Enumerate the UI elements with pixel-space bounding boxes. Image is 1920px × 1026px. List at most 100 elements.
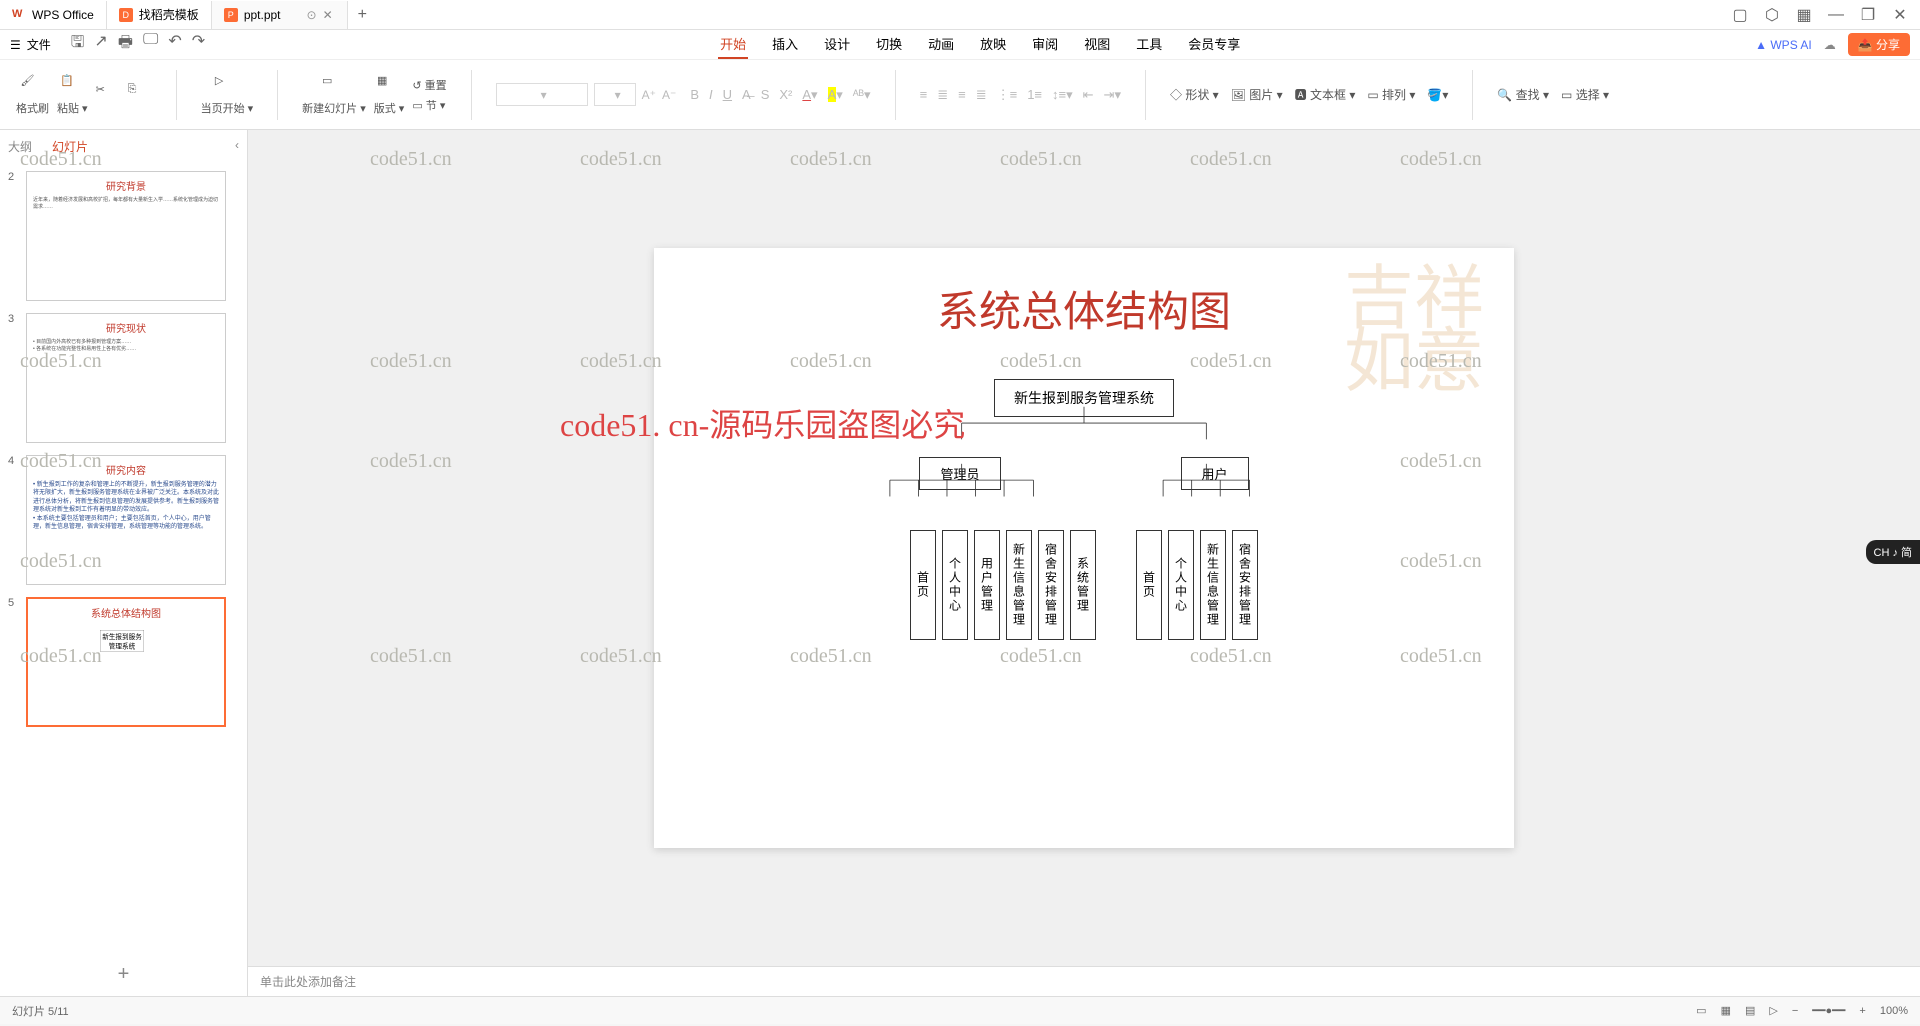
strikethrough-button[interactable]: A̶ xyxy=(742,87,751,102)
strike-button[interactable]: S xyxy=(761,87,770,102)
reset-button[interactable]: ↺ 重置 xyxy=(412,77,446,93)
tab-view[interactable]: 视图 xyxy=(1082,30,1112,59)
justify-icon[interactable]: ≣ xyxy=(976,87,987,103)
tab-ppt[interactable]: P ppt.ppt ⊙ ✕ xyxy=(212,1,348,29)
redo-icon[interactable]: ↷ xyxy=(192,31,205,58)
share-button[interactable]: 📤 分享 xyxy=(1848,33,1910,56)
zoom-out-icon[interactable]: − xyxy=(1792,1005,1798,1017)
tab-design[interactable]: 设计 xyxy=(822,30,852,59)
select-button[interactable]: ▭ 选择 ▾ xyxy=(1561,86,1609,103)
textbox-button[interactable]: 🅰 文本框 ▾ xyxy=(1295,86,1356,103)
line-spacing-icon[interactable]: ↕≡▾ xyxy=(1052,87,1073,103)
underline-button[interactable]: U xyxy=(723,87,732,102)
numbering-icon[interactable]: 1≡ xyxy=(1027,87,1042,102)
tab-slideshow[interactable]: 放映 xyxy=(978,30,1008,59)
image-button[interactable]: 🖼 图片 ▾ xyxy=(1231,86,1283,103)
cube-icon[interactable]: ⬡ xyxy=(1764,7,1780,23)
indent-right-icon[interactable]: ⇥▾ xyxy=(1104,87,1121,103)
view-slideshow-icon[interactable]: ▷ xyxy=(1769,1004,1777,1017)
thumbnail-2[interactable]: 2 研究背景 近年来，随着经济发展和高校扩招，每年都有大量新生入学……系统化管理… xyxy=(8,171,239,301)
org-root: 新生报到服务管理系统 xyxy=(994,379,1174,417)
italic-button[interactable]: I xyxy=(709,87,713,102)
layout-button[interactable]: ▦ 版式 ▾ xyxy=(374,74,405,116)
slides-tab[interactable]: 幻灯片 xyxy=(52,138,88,155)
bullets-icon[interactable]: ⋮≡ xyxy=(997,87,1018,103)
indent-left-icon[interactable]: ⇤ xyxy=(1083,87,1094,103)
clear-format-button[interactable]: ᴬᴮ▾ xyxy=(853,87,871,103)
shape-button[interactable]: ◇ 形状 ▾ xyxy=(1170,86,1219,103)
copy-button[interactable]: ⎘ xyxy=(128,83,152,107)
increase-font-icon[interactable]: A⁺ xyxy=(642,88,656,102)
section-button[interactable]: ▭ 节 ▾ xyxy=(412,97,446,113)
font-color-button[interactable]: A▾ xyxy=(802,87,817,103)
view-reading-icon[interactable]: ▤ xyxy=(1745,1004,1755,1017)
cut-button[interactable]: ✂ xyxy=(96,83,120,107)
new-slide-button[interactable]: ▭ 新建幻灯片 ▾ xyxy=(302,74,366,116)
status-bar: 幻灯片 5/11 ▭ ▦ ▤ ▷ − ━━●━━ + 100% xyxy=(0,996,1920,1024)
align-right-icon[interactable]: ≡ xyxy=(958,87,966,102)
format-painter-button[interactable]: 🖌 格式刷 xyxy=(16,74,49,116)
export-icon[interactable]: ↗ xyxy=(94,31,107,58)
minimize-icon[interactable]: — xyxy=(1828,7,1844,23)
play-from-current-button[interactable]: ▷ 当页开始 ▾ xyxy=(201,74,254,116)
decrease-font-icon[interactable]: A⁻ xyxy=(662,88,676,102)
tab-home[interactable]: 开始 xyxy=(718,30,748,59)
tab-tools[interactable]: 工具 xyxy=(1134,30,1164,59)
bold-button[interactable]: B xyxy=(690,87,699,102)
tab-menu-icon[interactable]: ⊙ xyxy=(307,8,317,22)
file-menu-label: 文件 xyxy=(27,36,51,53)
thumbnail-3[interactable]: 3 研究现状 • 目前国内外高校已有多种报到管理方案……• 各系统在功能完整性和… xyxy=(8,313,239,443)
wps-ai-button[interactable]: ▲ WPS AI xyxy=(1755,38,1812,52)
zoom-slider[interactable]: ━━●━━ xyxy=(1812,1004,1845,1017)
fill-icon[interactable]: 🪣▾ xyxy=(1427,88,1448,102)
outline-tab[interactable]: 大纲 xyxy=(8,138,32,155)
hamburger-icon: ☰ xyxy=(10,38,21,52)
menu-tabs: 开始 插入 设计 切换 动画 放映 审阅 视图 工具 会员专享 xyxy=(718,30,1242,59)
find-button[interactable]: 🔍 查找 ▾ xyxy=(1497,86,1549,103)
cloud-icon[interactable]: ☁ xyxy=(1824,38,1836,52)
scissors-icon: ✂ xyxy=(96,83,120,107)
align-left-icon[interactable]: ≡ xyxy=(920,87,928,102)
add-slide-button[interactable]: + xyxy=(0,953,247,996)
tab-templates[interactable]: D 找稻壳模板 xyxy=(107,1,212,29)
org-user: 用户 xyxy=(1181,457,1249,490)
print-icon[interactable]: 🖶 xyxy=(118,31,133,58)
tab-animation[interactable]: 动画 xyxy=(926,30,956,59)
tab-transition[interactable]: 切换 xyxy=(874,30,904,59)
save-icon[interactable]: 🖫 xyxy=(71,31,85,58)
arrange-button[interactable]: ▭ 排列 ▾ xyxy=(1367,86,1415,103)
play-icon: ▷ xyxy=(215,74,239,98)
highlight-button[interactable]: A▾ xyxy=(828,87,843,103)
slide-counter: 幻灯片 5/11 xyxy=(12,1003,69,1019)
maximize-icon[interactable]: ❐ xyxy=(1860,7,1876,23)
tab-member[interactable]: 会员专享 xyxy=(1186,30,1242,59)
align-center-icon[interactable]: ≣ xyxy=(937,87,948,103)
add-tab-button[interactable]: + xyxy=(348,6,377,24)
layout-icon: ▦ xyxy=(377,74,401,98)
close-icon[interactable]: ✕ xyxy=(323,8,335,22)
zoom-level[interactable]: 100% xyxy=(1880,1005,1908,1017)
thumbnail-4[interactable]: 4 研究内容 • 新生报到工作的复杂和管理上的不断提升，新生报到服务管理的潜力将… xyxy=(8,455,239,585)
close-window-icon[interactable]: ✕ xyxy=(1892,7,1908,23)
tab-review[interactable]: 审阅 xyxy=(1030,30,1060,59)
tab-wps-office[interactable]: W WPS Office xyxy=(0,1,107,29)
ime-indicator[interactable]: CH ♪ 简 xyxy=(1866,540,1920,564)
font-size-select[interactable]: ▾ xyxy=(594,83,636,106)
grid-icon[interactable]: ▦ xyxy=(1796,7,1812,23)
thumbnail-5[interactable]: 5 系统总体结构图 新生报到服务管理系统 xyxy=(8,597,239,727)
font-select[interactable]: ▾ xyxy=(496,83,588,106)
collapse-panel-icon[interactable]: ‹ xyxy=(235,138,239,155)
zoom-in-icon[interactable]: + xyxy=(1859,1005,1865,1017)
window-box-icon[interactable]: ▢ xyxy=(1732,7,1748,23)
print-preview-icon[interactable]: 🖵 xyxy=(143,31,158,58)
file-menu[interactable]: ☰ 文件 xyxy=(10,36,51,53)
superscript-button[interactable]: X² xyxy=(779,87,792,102)
view-normal-icon[interactable]: ▭ xyxy=(1696,1004,1706,1017)
notes-bar[interactable]: 单击此处添加备注 xyxy=(248,966,1920,996)
slide-canvas[interactable]: 吉祥如意 系统总体结构图 xyxy=(654,248,1514,848)
paste-button[interactable]: 📋 粘贴 ▾ xyxy=(57,74,88,116)
undo-icon[interactable]: ↶ xyxy=(168,31,181,58)
label: 粘贴 ▾ xyxy=(57,100,88,116)
tab-insert[interactable]: 插入 xyxy=(770,30,800,59)
view-sorter-icon[interactable]: ▦ xyxy=(1721,1004,1731,1017)
